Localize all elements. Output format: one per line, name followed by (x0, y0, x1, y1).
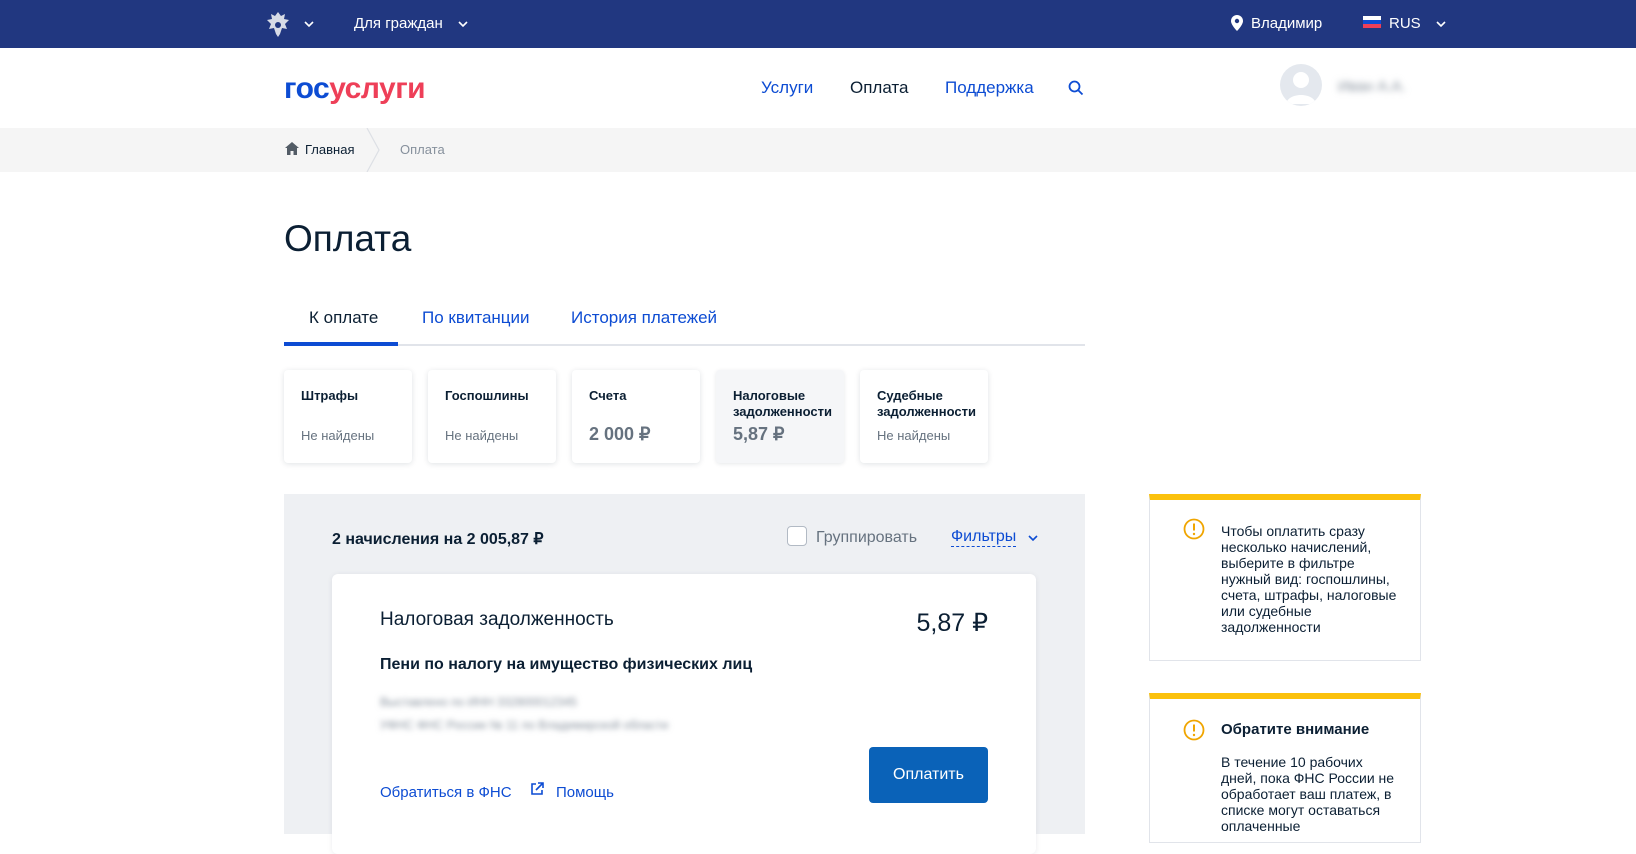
attention-notice: Обратите внимание В течение 10 рабочих д… (1149, 693, 1421, 843)
charge-subtitle: Пени по налогу на имущество физических л… (380, 656, 753, 673)
user-name[interactable]: Иван А.А. (1338, 78, 1406, 95)
chevron-down-icon[interactable] (303, 18, 315, 30)
nav-services[interactable]: Услуги (761, 78, 813, 98)
category-value: Не найдены (301, 428, 375, 443)
breadcrumb-home[interactable]: Главная (305, 142, 354, 157)
top-bar: Для граждан Владимир RUS (0, 0, 1636, 48)
logo-part-uslugi: услуги (329, 72, 426, 105)
category-title: Налоговые задолженности (733, 388, 832, 419)
category-card-bills[interactable]: Счета 2 000 ₽ (572, 370, 700, 463)
charges-panel: 2 начисления на 2 005,87 ₽ Группировать … (284, 494, 1085, 854)
breadcrumb-separator (366, 128, 380, 172)
charge-title: Налоговая задолженность (380, 609, 614, 630)
contact-fns-link[interactable]: Обратиться в ФНС (380, 784, 512, 801)
breadcrumb: Главная Оплата (0, 128, 1636, 172)
warning-circle-icon (1183, 719, 1205, 741)
category-card-state-duties[interactable]: Госпошлины Не найдены (428, 370, 556, 463)
coat-of-arms-icon[interactable] (263, 9, 293, 39)
audience-switch[interactable]: Для граждан (354, 15, 443, 32)
charges-summary: 2 начисления на 2 005,87 ₽ (332, 531, 544, 548)
notice-heading: Обратите внимание (1221, 721, 1370, 738)
page-title: Оплата (284, 218, 412, 259)
warning-circle-icon (1183, 518, 1205, 540)
filters-toggle[interactable]: Фильтры (951, 528, 1017, 547)
category-card-tax-debts[interactable]: Налоговые задолженности 5,87 ₽ (716, 370, 844, 463)
charge-detail-line: УФНС ФНС России № 11 по Владимирской обл… (380, 718, 669, 732)
chevron-down-icon[interactable] (1027, 532, 1039, 544)
category-card-fines[interactable]: Штрафы Не найдены (284, 370, 412, 463)
russian-flag-icon (1363, 16, 1381, 28)
category-value: 2 000 ₽ (589, 424, 651, 444)
nav-support[interactable]: Поддержка (945, 78, 1034, 98)
category-title: Счета (589, 388, 627, 403)
category-title: Судебные задолженности (877, 388, 976, 419)
group-checkbox[interactable] (787, 526, 807, 546)
payment-tabs: К оплате По квитанции История платежей (284, 298, 1085, 346)
breadcrumb-current: Оплата (400, 142, 445, 157)
category-value: 5,87 ₽ (733, 424, 785, 444)
notice-text: Чтобы оплатить сразу несколько начислени… (1221, 523, 1397, 635)
chevron-down-icon[interactable] (457, 18, 469, 30)
notice-text: В течение 10 рабочих дней, пока ФНС Росс… (1221, 754, 1395, 834)
active-tab-indicator (284, 342, 398, 346)
category-value: Не найдены (877, 428, 951, 443)
gosuslugi-logo[interactable]: госуслуги (284, 72, 426, 105)
category-card-court-debts[interactable]: Судебные задолженности Не найдены (860, 370, 988, 463)
logo-part-gos: гос (284, 72, 330, 105)
city-selector[interactable]: Владимир (1251, 15, 1322, 32)
user-avatar[interactable] (1280, 64, 1322, 106)
charge-card: Налоговая задолженность 5,87 ₽ Пени по н… (332, 574, 1036, 854)
tab-payment-history[interactable]: История платежей (571, 308, 717, 328)
help-link[interactable]: Помощь (556, 784, 614, 801)
user-silhouette-icon (1286, 72, 1316, 104)
location-pin-icon (1231, 15, 1243, 31)
group-checkbox-label[interactable]: Группировать (816, 529, 917, 547)
language-selector[interactable]: RUS (1389, 15, 1421, 32)
charge-detail-line: Выставлено по ИНН 332800012345 (380, 695, 577, 709)
main-header: госуслуги Услуги Оплата Поддержка Иван А… (0, 48, 1636, 128)
filter-hint-notice: Чтобы оплатить сразу несколько начислени… (1149, 494, 1421, 661)
tab-by-receipt[interactable]: По квитанции (422, 308, 530, 328)
category-value: Не найдены (445, 428, 519, 443)
nav-payment[interactable]: Оплата (850, 78, 908, 98)
category-title: Штрафы (301, 388, 359, 403)
chevron-down-icon[interactable] (1435, 18, 1447, 30)
home-icon (285, 142, 299, 155)
search-icon[interactable] (1068, 80, 1084, 96)
charge-amount: 5,87 ₽ (916, 609, 988, 637)
external-link-icon[interactable] (530, 782, 544, 796)
category-title: Госпошлины (445, 388, 529, 403)
tab-to-pay[interactable]: К оплате (309, 308, 378, 328)
pay-button[interactable]: Оплатить (869, 747, 988, 803)
